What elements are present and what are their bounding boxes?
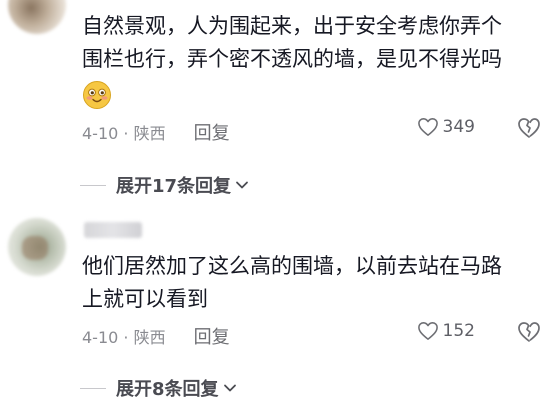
comment-date-location: 4-10 · 陕西 (82, 328, 166, 347)
avatar[interactable] (8, 0, 66, 34)
expand-replies-label: 展开17条回复 (116, 176, 232, 197)
reply-button[interactable]: 回复 (194, 323, 230, 349)
comment-meta: 4-10 · 陕西 回复 (82, 119, 230, 145)
dislike-button[interactable] (517, 321, 541, 347)
like-button[interactable]: 349 (417, 117, 475, 137)
smiling-blush-emoji-icon (83, 81, 111, 109)
reply-button[interactable]: 回复 (194, 119, 230, 145)
expand-replies-button[interactable]: 展开8条回复 (80, 375, 238, 401)
comment-text-line: 他们居然加了这么高的围墙，以前去站在马路 (82, 254, 502, 278)
comment-text-line: 上就可以看到 (82, 287, 208, 311)
broken-heart-icon (518, 118, 540, 138)
comment-text-line: 自然景观，人为围起来，出于安全考虑你弄个 (82, 14, 502, 38)
dislike-button[interactable] (517, 117, 541, 143)
username-blurred[interactable] (84, 222, 142, 238)
heart-icon (417, 118, 438, 136)
avatar[interactable] (8, 218, 66, 276)
divider (80, 184, 106, 186)
expand-replies-button[interactable]: 展开17条回复 (80, 172, 250, 198)
chevron-down-icon (236, 181, 248, 189)
expand-replies-label: 展开8条回复 (116, 379, 219, 400)
heart-icon (417, 322, 438, 340)
comment-text: 自然景观，人为围起来，出于安全考虑你弄个 围栏也行，弄个密不透风的墙，是见不得光… (82, 10, 532, 112)
chevron-down-icon (223, 384, 236, 392)
comment-text: 他们居然加了这么高的围墙，以前去站在马路 上就可以看到 (82, 250, 532, 316)
divider (80, 387, 106, 389)
comment-text-line: 围栏也行，弄个密不透风的墙，是见不得光吗 (82, 47, 502, 71)
comment-meta: 4-10 · 陕西 回复 (82, 323, 230, 349)
like-count: 152 (442, 321, 475, 341)
like-button[interactable]: 152 (417, 321, 475, 341)
comment-date-location: 4-10 · 陕西 (82, 124, 166, 143)
like-count: 349 (442, 117, 475, 137)
broken-heart-icon (518, 322, 540, 342)
